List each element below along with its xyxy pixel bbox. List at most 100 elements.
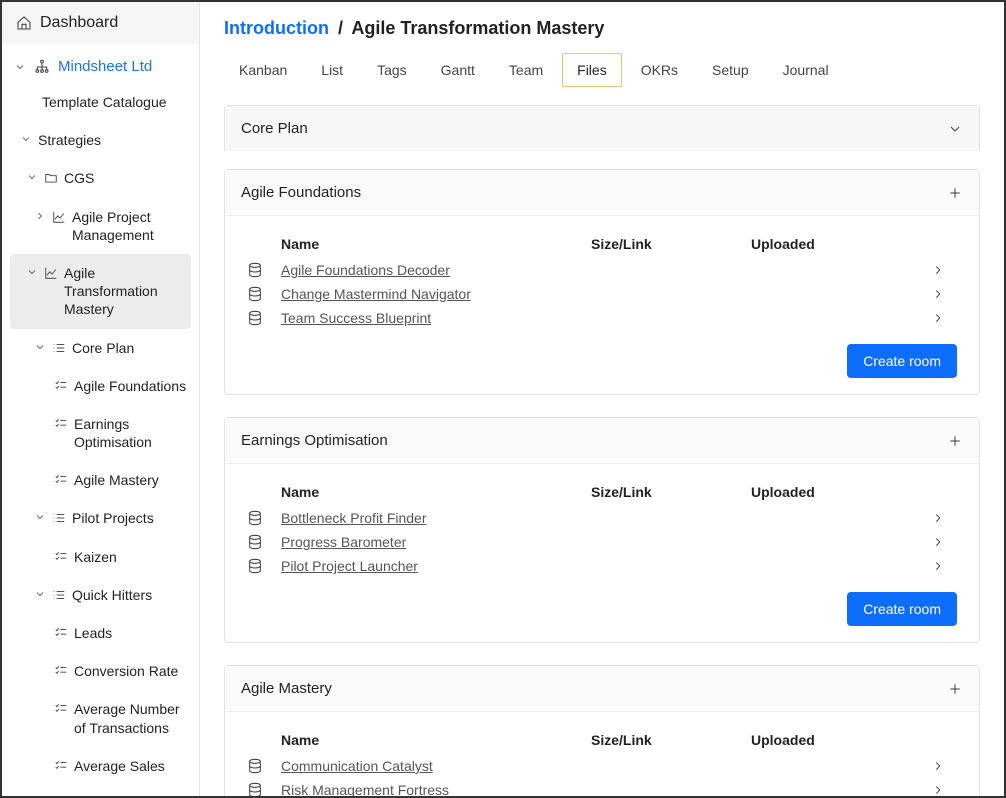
file-link[interactable]: Change Mastermind Navigator — [281, 286, 471, 302]
sidebar-item-label: Average Number of Transactions — [74, 700, 189, 736]
group-header-core-plan[interactable]: Core Plan — [225, 106, 979, 151]
plus-icon[interactable] — [947, 185, 963, 201]
tab-team[interactable]: Team — [494, 53, 558, 87]
sidebar-item-agile-foundations[interactable]: Agile Foundations — [2, 367, 199, 405]
task-list-icon — [54, 702, 68, 716]
file-link[interactable]: Progress Barometer — [281, 534, 406, 550]
section-body: Name Size/Link Uploaded Bottleneck Profi… — [225, 464, 979, 642]
task-list-icon — [54, 759, 68, 773]
sidebar-item-quick-hitters[interactable]: Quick Hitters — [2, 576, 199, 614]
table-row: Pilot Project Launcher — [243, 554, 961, 578]
tab-files[interactable]: Files — [562, 53, 622, 87]
file-link[interactable]: Pilot Project Launcher — [281, 558, 418, 574]
sidebar-item-strategies[interactable]: Strategies — [2, 121, 199, 159]
chevron-right-icon[interactable] — [931, 287, 961, 301]
task-list-icon — [54, 417, 68, 431]
chevron-right-icon[interactable] — [931, 783, 961, 796]
col-uploaded: Uploaded — [751, 236, 931, 252]
folder-icon — [44, 171, 58, 185]
tab-setup[interactable]: Setup — [697, 53, 764, 87]
chevron-right-icon[interactable] — [931, 759, 961, 773]
table-row: Progress Barometer — [243, 530, 961, 554]
file-link[interactable]: Bottleneck Profit Finder — [281, 510, 427, 526]
sidebar-item-earnings-opt[interactable]: Earnings Optimisation — [2, 405, 199, 461]
file-link[interactable]: Risk Management Fortress — [281, 782, 449, 796]
sidebar-item-label: Agile Mastery — [74, 471, 189, 489]
sidebar-org[interactable]: Mindsheet Ltd — [2, 44, 199, 83]
table-row: Agile Foundations Decoder — [243, 258, 961, 282]
col-name: Name — [281, 236, 591, 252]
table-row: Change Mastermind Navigator — [243, 282, 961, 306]
table-row: Communication Catalyst — [243, 754, 961, 778]
task-list-icon — [54, 379, 68, 393]
sidebar-item-label: Quick Hitters — [72, 586, 189, 604]
breadcrumb-root[interactable]: Introduction — [224, 18, 329, 38]
tab-journal[interactable]: Journal — [768, 53, 844, 87]
sidebar-item-label: Kaizen — [74, 548, 189, 566]
table-header: Name Size/Link Uploaded — [243, 232, 961, 258]
sidebar-item-kaizen[interactable]: Kaizen — [2, 538, 199, 576]
chevron-right-icon[interactable] — [931, 263, 961, 277]
task-list-icon — [54, 664, 68, 678]
sidebar-item-avg-sales[interactable]: Average Sales — [2, 747, 199, 785]
plus-icon[interactable] — [947, 681, 963, 697]
section-header[interactable]: Earnings Optimisation — [225, 418, 979, 464]
chevron-right-icon — [34, 210, 46, 222]
section-body: Name Size/Link Uploaded Agile Foundation… — [225, 216, 979, 394]
line-chart-icon — [52, 210, 66, 224]
home-icon — [16, 15, 32, 31]
main-content: Introduction / Agile Transformation Mast… — [200, 2, 1004, 796]
section-header[interactable]: Agile Mastery — [225, 666, 979, 712]
file-link[interactable]: Team Success Blueprint — [281, 310, 431, 326]
chevron-right-icon[interactable] — [931, 535, 961, 549]
chevron-down-icon — [14, 61, 26, 73]
chevron-right-icon[interactable] — [931, 311, 961, 325]
section-agile-mastery: Agile Mastery Name Size/Link Uploaded Co… — [224, 665, 980, 796]
task-list-icon — [54, 626, 68, 640]
section-body: Name Size/Link Uploaded Communication Ca… — [225, 712, 979, 796]
file-link[interactable]: Communication Catalyst — [281, 758, 433, 774]
create-room-button[interactable]: Create room — [847, 344, 957, 378]
database-icon — [243, 286, 281, 302]
sidebar-item-label: Conversion Rate — [74, 662, 189, 680]
chevron-down-icon — [34, 588, 46, 600]
file-link[interactable]: Agile Foundations Decoder — [281, 262, 450, 278]
plus-icon[interactable] — [947, 433, 963, 449]
file-table: Name Size/Link Uploaded Agile Foundation… — [243, 232, 961, 330]
chevron-right-icon[interactable] — [931, 511, 961, 525]
col-size: Size/Link — [591, 236, 751, 252]
tab-kanban[interactable]: Kanban — [224, 53, 302, 87]
chevron-right-icon[interactable] — [931, 559, 961, 573]
table-row: Bottleneck Profit Finder — [243, 506, 961, 530]
sidebar-item-conversion-rate[interactable]: Conversion Rate — [2, 652, 199, 690]
sidebar-item-cgs[interactable]: CGS — [2, 159, 199, 197]
sidebar-item-core-plan[interactable]: Core Plan — [2, 329, 199, 367]
table-header: Name Size/Link Uploaded — [243, 728, 961, 754]
sidebar-item-agile-tm[interactable]: Agile Transformation Mastery — [10, 254, 191, 329]
sidebar-dashboard[interactable]: Dashboard — [2, 2, 199, 44]
sidebar-item-pilot-projects[interactable]: Pilot Projects — [2, 499, 199, 537]
tab-gantt[interactable]: Gantt — [426, 53, 490, 87]
create-room-button[interactable]: Create room — [847, 592, 957, 626]
line-chart-icon — [44, 266, 58, 280]
tab-list[interactable]: List — [306, 53, 358, 87]
sidebar-item-label: Template Catalogue — [42, 93, 189, 111]
sidebar-item-agile-mastery[interactable]: Agile Mastery — [2, 461, 199, 499]
section-header[interactable]: Agile Foundations — [225, 170, 979, 216]
sidebar-item-template-catalogue[interactable]: Template Catalogue — [2, 83, 199, 121]
sidebar-item-label: Agile Foundations — [74, 377, 189, 395]
tab-okrs[interactable]: OKRs — [626, 53, 693, 87]
file-table: Name Size/Link Uploaded Bottleneck Profi… — [243, 480, 961, 578]
sidebar-item-avg-num-trans[interactable]: Average Number of Transactions — [2, 690, 199, 746]
sidebar-item-label: Pilot Projects — [72, 509, 189, 527]
tab-tags[interactable]: Tags — [362, 53, 422, 87]
database-icon — [243, 534, 281, 550]
sidebar-item-agile-pm[interactable]: Agile Project Management — [2, 198, 199, 254]
sidebar-item-leads[interactable]: Leads — [2, 614, 199, 652]
chevron-down-icon — [26, 266, 38, 278]
breadcrumb-sep: / — [338, 18, 343, 38]
section-earnings-optimisation: Earnings Optimisation Name Size/Link Upl… — [224, 417, 980, 643]
task-list-icon — [54, 550, 68, 564]
chevron-down-icon — [20, 133, 32, 145]
section-agile-foundations: Agile Foundations Name Size/Link Uploade… — [224, 169, 980, 395]
